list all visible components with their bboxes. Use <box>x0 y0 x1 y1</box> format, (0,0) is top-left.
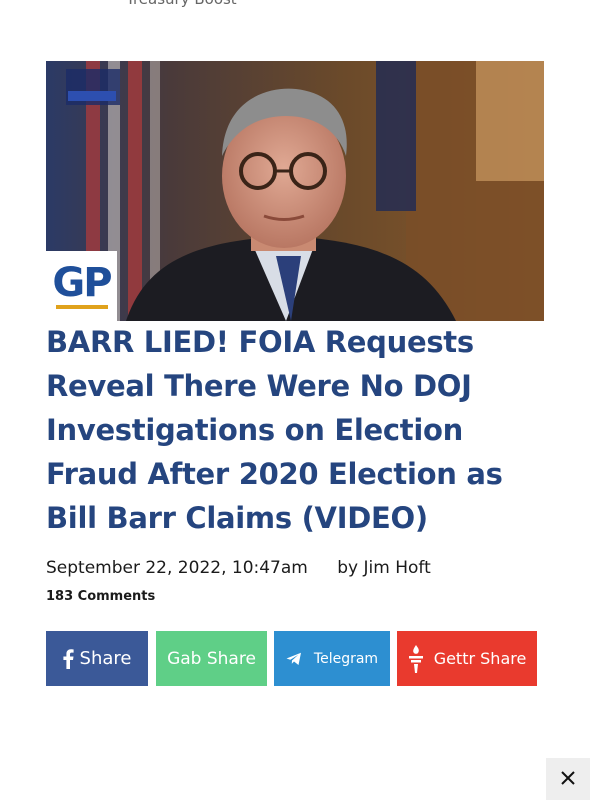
facebook-icon <box>62 648 74 669</box>
gettr-share-button[interactable]: Gettr Share <box>397 631 537 686</box>
telegram-share-label: Telegram <box>313 650 379 667</box>
gp-logo: GP <box>46 251 117 321</box>
telegram-icon <box>286 652 302 666</box>
article-date: September 22, 2022, 10:47am <box>46 558 308 578</box>
previous-article-title-cut[interactable]: Treasury Boost <box>126 0 237 8</box>
gp-logo-underline <box>55 305 108 309</box>
telegram-share-button[interactable]: Telegram <box>274 631 390 686</box>
close-ad-button[interactable] <box>546 758 590 800</box>
gp-logo-text: GP <box>52 260 112 306</box>
gab-share-button[interactable]: Gab Share <box>156 631 267 686</box>
hero-photo <box>46 61 544 321</box>
close-icon <box>561 770 575 789</box>
gettr-share-label: Gettr Share <box>433 649 527 668</box>
gab-share-label: Gab Share <box>167 648 256 669</box>
article-meta: September 22, 2022, 10:47am by Jim Hoft <box>46 558 431 578</box>
gettr-icon <box>408 644 424 673</box>
article-headline: BARR LIED! FOIA Requests Reveal There We… <box>46 325 503 535</box>
comments-count-link[interactable]: 183 Comments <box>46 589 155 604</box>
hero-image[interactable] <box>46 61 544 321</box>
article-author[interactable]: by Jim Hoft <box>337 558 431 578</box>
facebook-share-label: Share <box>79 648 132 669</box>
facebook-share-button[interactable]: Share <box>46 631 148 686</box>
